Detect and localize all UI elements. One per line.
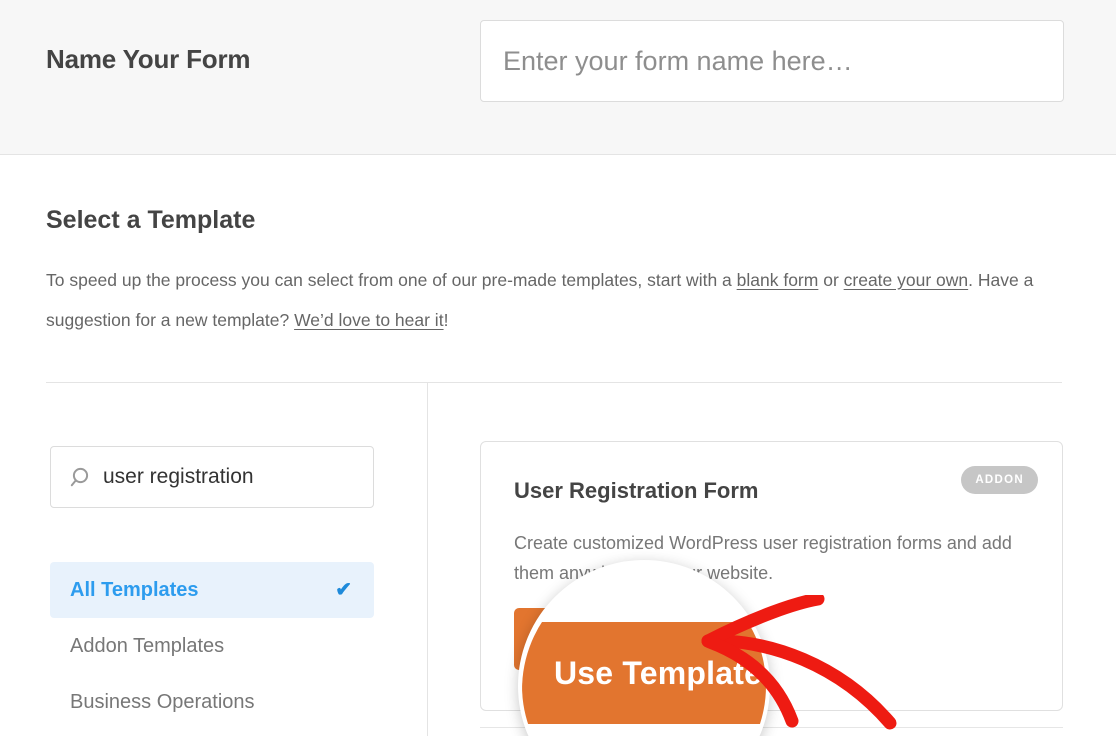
template-search-box[interactable] (50, 446, 374, 508)
form-builder-setup-screen: Name Your Form Select a Template To spee… (0, 0, 1116, 736)
sidebar-item-all-templates[interactable]: All Templates ✔ (50, 562, 374, 618)
search-icon (70, 466, 94, 490)
sidebar-item-label: Business Operations (70, 691, 255, 713)
template-sidebar (50, 446, 374, 508)
addon-badge: ADDON (961, 466, 1038, 494)
sidebar-divider (427, 382, 428, 736)
blank-form-link[interactable]: blank form (737, 270, 819, 290)
magnified-use-template-label: Use Template (554, 654, 763, 691)
sidebar-item-label: All Templates (70, 579, 199, 601)
desc-text-part-1: To speed up the process you can select f… (46, 270, 737, 290)
sidebar-item-business-operations[interactable]: Business Operations (50, 674, 374, 730)
magnifier-zoom-overlay: nd add Use Template (518, 560, 770, 736)
template-category-list: All Templates ✔ Addon Templates Business… (50, 562, 374, 730)
section-divider (46, 382, 1062, 383)
name-your-form-header: Name Your Form (0, 0, 1116, 155)
desc-text-part-4: ! (443, 310, 449, 330)
create-your-own-link[interactable]: create your own (844, 270, 969, 290)
search-input[interactable] (103, 447, 365, 507)
template-section-description: To speed up the process you can select f… (46, 260, 1062, 340)
magnified-description-text: nd add (522, 564, 545, 591)
name-your-form-label: Name Your Form (46, 44, 251, 74)
select-a-template-heading: Select a Template (46, 206, 256, 234)
form-name-input[interactable] (480, 20, 1064, 102)
check-icon: ✔ (335, 579, 352, 601)
desc-text-part-2: or (818, 270, 844, 290)
magnifier-content: nd add Use Template (522, 564, 766, 736)
sidebar-item-addon-templates[interactable]: Addon Templates (50, 618, 374, 674)
sidebar-item-label: Addon Templates (70, 635, 225, 657)
template-card-title: User Registration Form (514, 478, 759, 503)
wed-love-to-hear-it-link[interactable]: We’d love to hear it (294, 310, 443, 330)
